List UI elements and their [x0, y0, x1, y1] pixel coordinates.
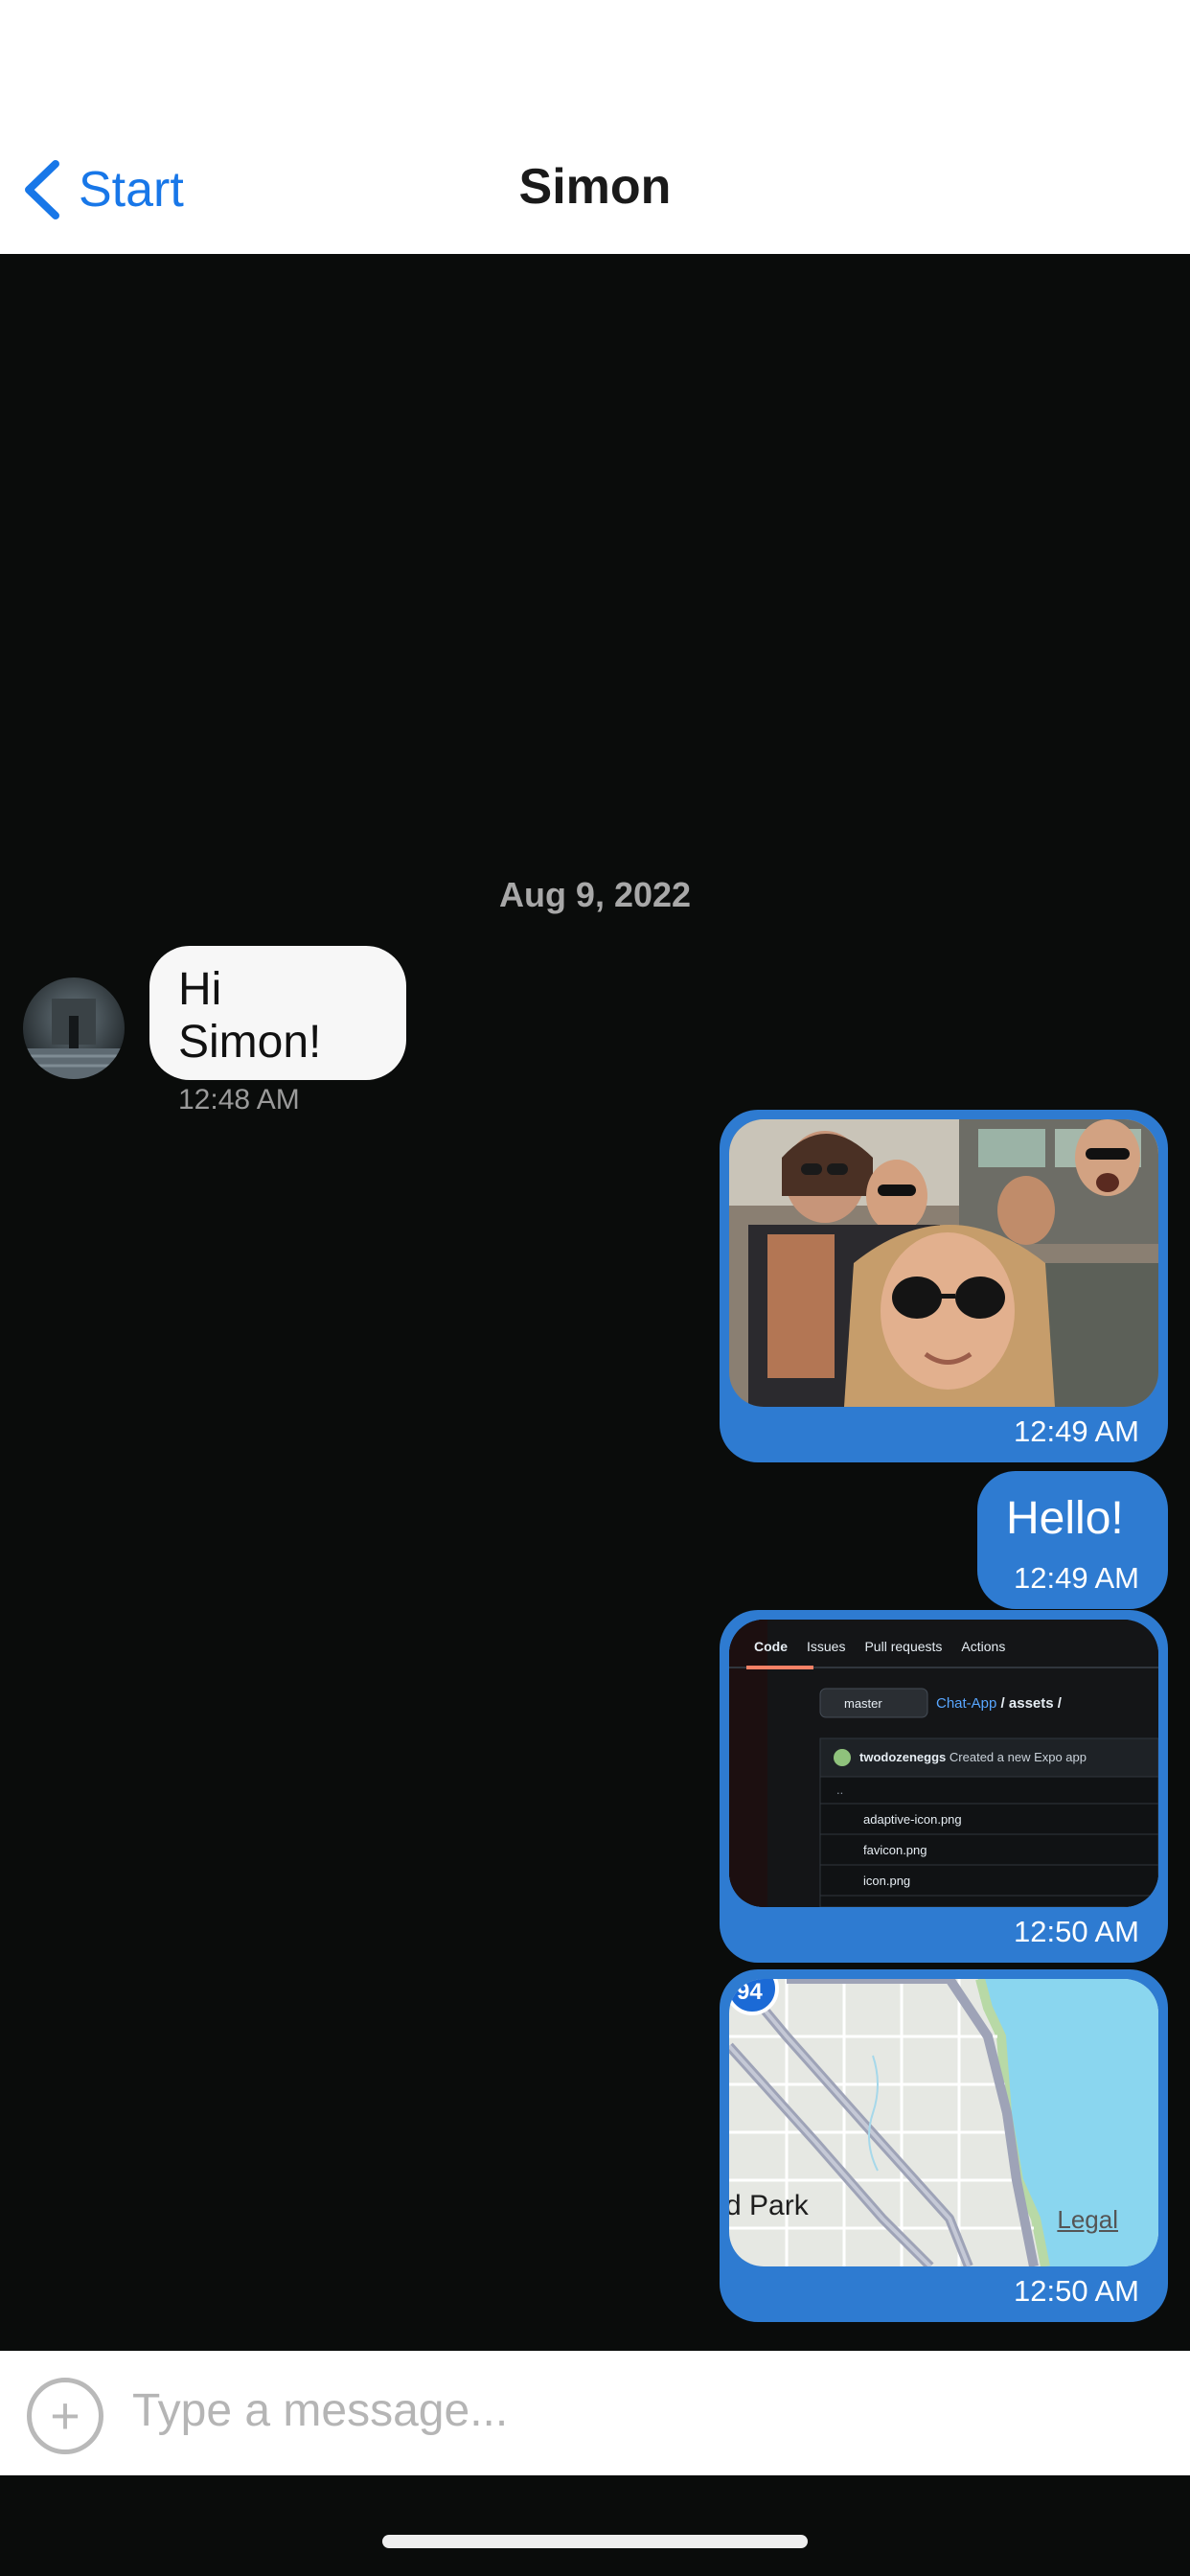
message-input[interactable]	[132, 2372, 1138, 2449]
message-time: 12:49 AM	[1014, 1561, 1139, 1595]
outgoing-image-bubble[interactable]: 12:49 AM	[720, 1110, 1168, 1462]
outgoing-map-bubble[interactable]: 94 d Park Legal 12:50 AM	[720, 1969, 1168, 2322]
route-badge: 94	[737, 1979, 763, 2005]
outgoing-image-bubble[interactable]: Code Issues Pull requests Actions master…	[720, 1610, 1168, 1963]
message-text: Hello!	[1006, 1493, 1124, 1544]
repo-name: Chat-App	[936, 1695, 997, 1712]
tab-pull-requests: Pull requests	[864, 1639, 943, 1654]
file-row: icon.png	[863, 1874, 911, 1888]
message-composer: +	[0, 2351, 1190, 2475]
path-rest: / assets /	[1000, 1695, 1062, 1712]
commit-user: twodozeneggs	[859, 1750, 947, 1764]
tab-issues: Issues	[807, 1639, 846, 1654]
map-view[interactable]: 94 d Park Legal	[729, 1979, 1158, 2266]
parent-dir: ..	[836, 1782, 844, 1797]
plus-icon: +	[50, 2387, 80, 2445]
github-screenshot-image[interactable]: Code Issues Pull requests Actions master…	[729, 1620, 1158, 1907]
github-tabs: Code Issues Pull requests Actions	[754, 1639, 1005, 1654]
avatar[interactable]	[23, 978, 125, 1079]
photo-image[interactable]	[729, 1119, 1158, 1407]
outgoing-message-bubble[interactable]: Hello! 12:49 AM	[977, 1471, 1168, 1609]
commit-info: twodozeneggs Created a new Expo app	[859, 1750, 1087, 1764]
incoming-message-bubble[interactable]: Hi Simon! 12:48 AM	[149, 946, 406, 1116]
message-time: 12:48 AM	[178, 1084, 300, 1116]
chat-area[interactable]: Aug 9, 2022 Hi Simon! 12:48 AM 12:49 AM …	[0, 254, 1190, 2351]
home-indicator	[382, 2535, 808, 2548]
add-attachment-button[interactable]: +	[27, 2378, 103, 2454]
commit-message: Created a new Expo app	[949, 1750, 1087, 1764]
page-title: Simon	[518, 159, 672, 215]
message-time: 12:49 AM	[1014, 1414, 1139, 1448]
tab-actions: Actions	[961, 1639, 1006, 1654]
file-row: favicon.png	[863, 1843, 927, 1857]
message-time: 12:50 AM	[1014, 1915, 1139, 1948]
tab-code: Code	[754, 1639, 788, 1654]
message-time: 12:50 AM	[1014, 2274, 1139, 2308]
branch-label: master	[844, 1696, 882, 1711]
file-row: adaptive-icon.png	[863, 1812, 962, 1827]
nav-header: Start Simon	[0, 0, 1190, 254]
message-text: Hi Simon!	[178, 964, 322, 1068]
map-legal-link[interactable]: Legal	[1057, 2205, 1118, 2235]
map-place-label: d Park	[729, 2190, 809, 2221]
repo-path: Chat-App / assets /	[936, 1695, 1062, 1712]
date-separator: Aug 9, 2022	[498, 875, 692, 914]
